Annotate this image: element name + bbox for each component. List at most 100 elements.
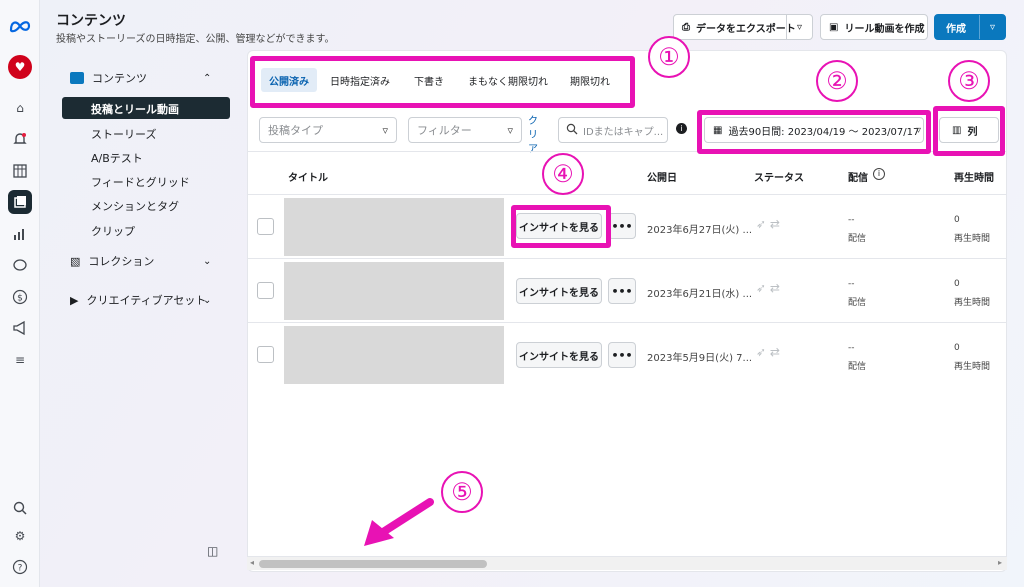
export-data-button[interactable]: ⎙ データをエクスポート ▿	[673, 14, 813, 40]
scroll-right-icon[interactable]: ▸	[998, 558, 1002, 567]
column-header-published[interactable]: 公開日	[647, 169, 677, 184]
highlight-tabs	[250, 56, 635, 108]
annotation-arrow-icon	[364, 498, 434, 546]
create-button[interactable]: 作成 ▿	[934, 14, 1006, 40]
plays-value: 0	[954, 279, 960, 289]
sidebar-item-ab-test[interactable]: A/Bテスト	[91, 150, 143, 166]
boost-status-icon: ➶ ⇄	[756, 217, 780, 231]
filter-dropdown[interactable]: フィルター ▿	[408, 117, 522, 143]
more-options-button[interactable]: •••	[608, 213, 636, 239]
annotation-5: ⑤	[441, 471, 483, 513]
sidebar-content-label: コンテンツ	[92, 72, 147, 85]
post-thumbnail[interactable]	[284, 326, 504, 384]
delivery-value: --	[848, 279, 855, 289]
divider	[248, 194, 1006, 195]
help-icon[interactable]: ?	[8, 555, 32, 579]
divider	[248, 322, 1006, 323]
svg-text:?: ?	[18, 564, 23, 574]
sidebar-content-section[interactable]: コンテンツ ⌃	[62, 70, 211, 86]
create-reel-label: リール動画を作成	[844, 23, 925, 35]
plays-value: 0	[954, 343, 960, 353]
row-checkbox[interactable]	[257, 346, 274, 363]
annotation-2: ②	[816, 60, 858, 102]
search-input[interactable]: IDまたはキャプ...	[558, 117, 668, 143]
collection-icon: ▧	[70, 254, 81, 268]
sidebar-creative-label: クリエイティブアセット	[86, 294, 207, 307]
delivery-value: --	[848, 343, 855, 353]
ads-megaphone-icon[interactable]	[8, 316, 32, 340]
delivery-info-icon[interactable]: i	[873, 168, 885, 180]
scrollbar-thumb[interactable]	[259, 560, 487, 568]
post-thumbnail[interactable]	[284, 198, 504, 256]
highlight-insights	[511, 205, 611, 248]
search-icon[interactable]	[8, 496, 32, 520]
view-insights-button[interactable]: インサイトを見る	[516, 342, 602, 368]
sidebar-creative-section[interactable]: ▶ クリエイティブアセット ⌄	[62, 292, 211, 308]
icon-rail: ♥ ⌂ $ ≡ ⚙ ?	[0, 0, 40, 587]
published-date: 2023年5月9日(火) 7...	[647, 353, 753, 364]
annotation-3: ③	[948, 60, 990, 102]
chevron-down-icon: ⌄	[203, 255, 212, 267]
post-type-dropdown[interactable]: 投稿タイプ ▿	[259, 117, 397, 143]
collapse-sidebar-icon[interactable]: ◫	[207, 544, 218, 558]
highlight-columns	[933, 106, 1005, 156]
sidebar-item-clips[interactable]: クリップ	[91, 223, 135, 239]
published-date: 2023年6月21日(水) ...	[647, 289, 753, 300]
published-date: 2023年6月27日(火) ...	[647, 225, 753, 236]
create-reel-button[interactable]: ▣ リール動画を作成	[820, 14, 928, 40]
chevron-up-icon: ⌃	[203, 72, 212, 84]
row-checkbox[interactable]	[257, 282, 274, 299]
home-icon[interactable]: ⌂	[8, 96, 32, 120]
search-icon	[566, 123, 578, 138]
meta-logo-icon[interactable]	[8, 14, 32, 38]
post-thumbnail[interactable]	[284, 262, 504, 320]
profile-avatar[interactable]: ♥	[8, 55, 32, 79]
highlight-date-range	[697, 110, 931, 154]
sidebar-collection-label: コレクション	[88, 255, 155, 268]
export-icon: ⎙	[682, 21, 690, 33]
sidebar-collection-section[interactable]: ▧ コレクション ⌄	[62, 253, 211, 269]
column-header-delivery[interactable]: 配信	[848, 169, 868, 184]
settings-gear-icon[interactable]: ⚙	[8, 524, 32, 548]
delivery-label: 配信	[848, 234, 867, 244]
more-options-button[interactable]: •••	[608, 278, 636, 304]
divider	[248, 258, 1006, 259]
info-icon[interactable]: i	[676, 123, 687, 134]
horizontal-scrollbar[interactable]: ◂ ▸	[247, 556, 1007, 570]
plays-label: 再生時間	[954, 362, 991, 372]
row-checkbox[interactable]	[257, 218, 274, 235]
insights-icon[interactable]	[8, 222, 32, 246]
search-placeholder: IDまたはキャプ...	[583, 126, 664, 138]
menu-icon[interactable]: ≡	[8, 348, 32, 372]
chevron-down-icon[interactable]: ▿	[786, 15, 812, 39]
plays-label: 再生時間	[954, 298, 991, 308]
annotation-4: ④	[542, 153, 584, 195]
view-insights-button[interactable]: インサイトを見る	[516, 278, 602, 304]
sidebar-item-stories[interactable]: ストーリーズ	[91, 126, 156, 142]
annotation-1: ①	[648, 36, 690, 78]
sidebar-item-mentions-tags[interactable]: メンションとタグ	[91, 198, 179, 214]
delivery-label: 配信	[848, 362, 867, 372]
content-list-icon	[70, 72, 84, 84]
sidebar-item-feed-grid[interactable]: フィードとグリッド	[91, 174, 190, 190]
scroll-left-icon[interactable]: ◂	[250, 558, 254, 567]
column-header-title[interactable]: タイトル	[288, 169, 328, 184]
creative-asset-icon: ▶	[70, 293, 79, 307]
notifications-icon[interactable]	[8, 127, 32, 151]
more-options-button[interactable]: •••	[608, 342, 636, 368]
inbox-icon[interactable]	[8, 253, 32, 277]
sidebar-item-posts-reels[interactable]: 投稿とリール動画	[91, 101, 179, 117]
calendar-grid-icon[interactable]	[8, 159, 32, 183]
export-label: データをエクスポート	[696, 23, 796, 35]
delivery-label: 配信	[848, 298, 867, 308]
column-header-status[interactable]: ステータス	[754, 169, 804, 184]
delivery-value: --	[848, 215, 855, 225]
chevron-down-icon[interactable]: ▿	[979, 15, 1005, 39]
column-header-plays[interactable]: 再生時間	[954, 169, 994, 184]
boost-status-icon: ➶ ⇄	[756, 281, 780, 295]
page-subtitle: 投稿やストーリーズの日時指定、公開、管理などができます。	[56, 34, 335, 45]
svg-text:$: $	[17, 294, 23, 304]
monetization-icon[interactable]: $	[8, 285, 32, 309]
plays-value: 0	[954, 215, 960, 225]
content-icon[interactable]	[8, 190, 32, 214]
